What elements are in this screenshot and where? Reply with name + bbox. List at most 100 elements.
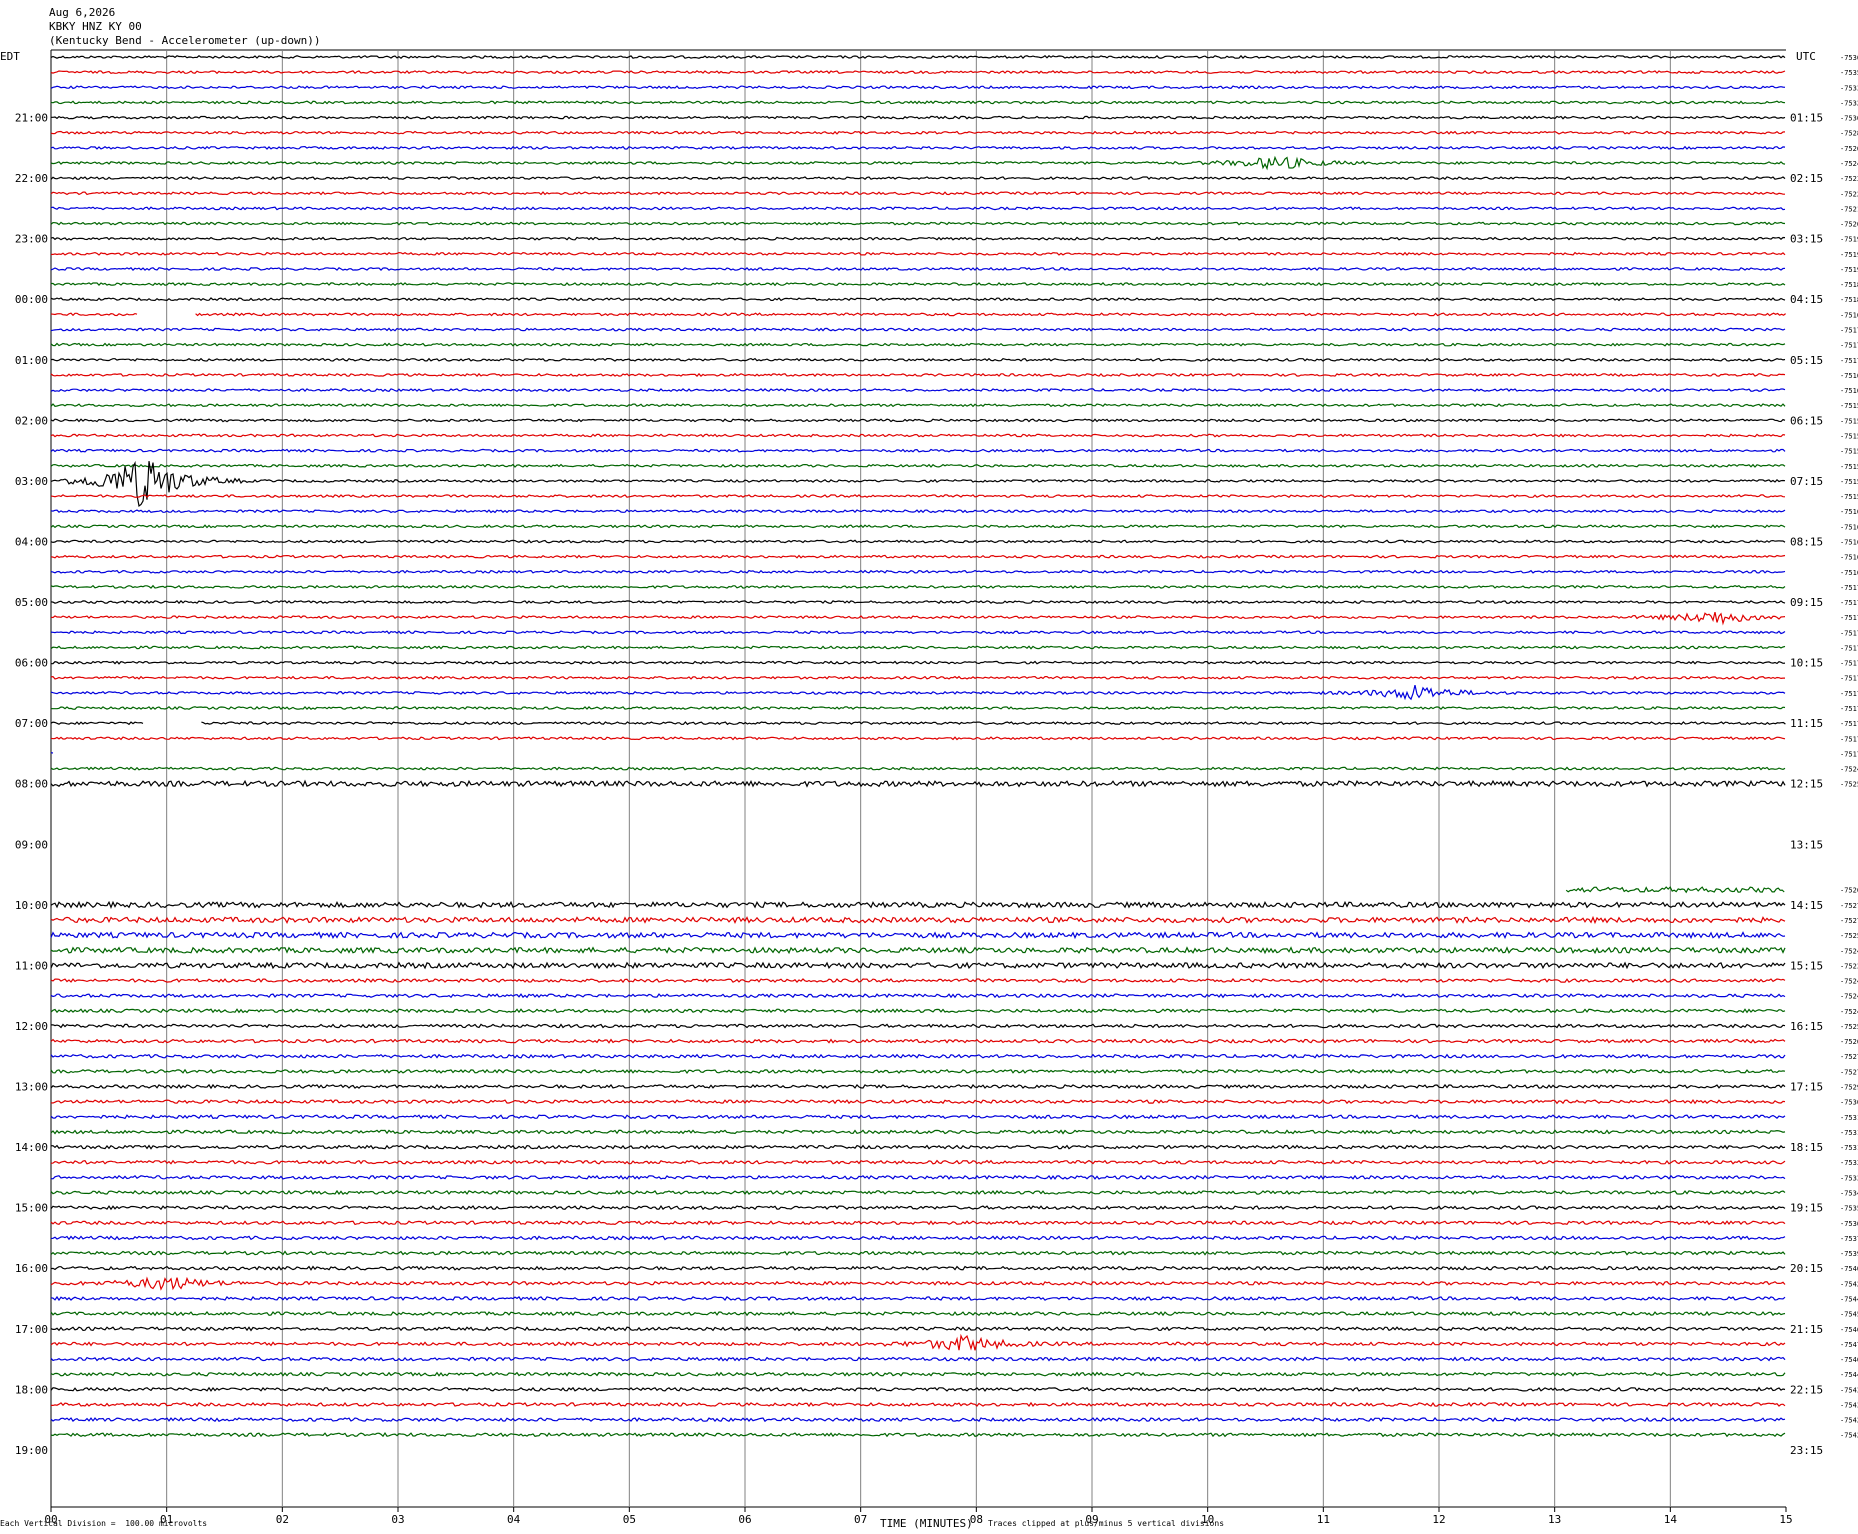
trace-offset-label: -7518	[1840, 296, 1858, 304]
trace-line	[50, 524, 1786, 529]
trace-line	[50, 1174, 1786, 1180]
trace-line	[50, 1371, 1786, 1377]
footer-clip-note: Traces clipped at plus/minus 5 vertical …	[988, 1519, 1225, 1528]
utc-hour-label: 08:15	[1790, 535, 1823, 548]
trace-offset-label: -7517	[1840, 720, 1858, 728]
trace-line	[50, 1053, 1786, 1059]
utc-hour-label: 16:15	[1790, 1020, 1823, 1033]
trace-offset-label: -7516	[1840, 523, 1858, 531]
seismogram-plot: 00010203040506070809101112131415-7536-75…	[15, 49, 1858, 1526]
trace-line	[51, 1401, 1786, 1408]
trace-line	[50, 1295, 1786, 1302]
edt-hour-label: 14:00	[15, 1141, 48, 1154]
x-axis-label: TIME (MINUTES)	[880, 1517, 973, 1530]
trace-line	[50, 130, 1786, 135]
trace-line	[50, 509, 1786, 514]
trace-offset-label: -7517	[1840, 735, 1858, 743]
edt-hour-label: 12:00	[15, 1020, 48, 1033]
edt-hour-label: 23:00	[15, 233, 48, 246]
trace-offset-label: -7542	[1840, 1417, 1858, 1425]
trace-offset-label: -7521	[1840, 205, 1858, 213]
utc-hour-label: 18:15	[1790, 1141, 1823, 1154]
trace-line	[50, 327, 1786, 332]
trace-offset-label: -7517	[1840, 357, 1858, 365]
trace-line	[51, 115, 1786, 120]
trace-offset-label: -7520	[1840, 221, 1858, 229]
trace-line	[50, 448, 1786, 453]
utc-hour-label: 17:15	[1790, 1081, 1823, 1094]
trace-line	[50, 494, 1786, 499]
x-tick-label: 05	[623, 1513, 636, 1526]
utc-hour-label: 04:15	[1790, 293, 1823, 306]
utc-hour-label: 13:15	[1790, 838, 1823, 851]
trace-line	[50, 584, 1786, 589]
trace-offset-label: -7516	[1840, 554, 1858, 562]
x-tick-label: 02	[276, 1513, 289, 1526]
trace-line	[50, 372, 1786, 377]
utc-hour-label: 19:15	[1790, 1202, 1823, 1215]
edt-hour-label: 15:00	[15, 1202, 48, 1215]
trace-line	[50, 1068, 1786, 1075]
trace-offset-label: -7530	[1840, 1099, 1858, 1107]
trace-offset-label: -7544	[1840, 1295, 1858, 1303]
edt-hour-label: 13:00	[15, 1081, 48, 1094]
trace-offset-label: -7526	[1840, 1038, 1858, 1046]
trace-offset-label: -7535	[1840, 69, 1858, 77]
trace-offset-label: -7546	[1840, 1356, 1858, 1364]
trace-offset-label: -7522	[1840, 190, 1858, 198]
edt-hour-label: 08:00	[15, 778, 48, 791]
trace-line	[50, 660, 1786, 665]
trace-offset-label: -7519	[1840, 266, 1858, 274]
trace-offset-label: -7526	[1840, 887, 1858, 895]
edt-hour-label: 04:00	[15, 535, 48, 548]
trace-line	[50, 978, 1786, 984]
trace-line	[50, 766, 1786, 771]
trace-line	[50, 779, 1786, 788]
x-tick-label: 04	[507, 1513, 521, 1526]
trace-offset-label: -7540	[1840, 1265, 1858, 1273]
trace-offset-label: -7524	[1840, 1008, 1858, 1016]
trace-offset-label: -7515	[1840, 417, 1858, 425]
trace-offset-label: -7525	[1840, 932, 1858, 940]
trace-line	[50, 463, 1786, 468]
trace-line	[50, 221, 1786, 226]
trace-line	[50, 433, 1786, 438]
trace-offset-label: -7523	[1840, 175, 1858, 183]
edt-hour-label: 11:00	[15, 959, 48, 972]
x-tick-label: 06	[738, 1513, 751, 1526]
trace-line	[50, 1083, 1786, 1090]
edt-hour-label: 10:00	[15, 899, 48, 912]
trace-line	[50, 1129, 1786, 1135]
trace-offset-label: -7517	[1840, 705, 1858, 713]
trace-offset-label: -7517	[1840, 675, 1858, 683]
trace-line	[50, 155, 1786, 171]
trace-offset-label: -7517	[1840, 342, 1858, 350]
trace-offset-label: -7524	[1840, 947, 1858, 955]
trace-offset-label: -7517	[1840, 660, 1858, 668]
trace-line	[50, 675, 1785, 680]
trace-offset-label: -7519	[1840, 251, 1858, 259]
trace-offset-label: -7524	[1840, 978, 1858, 986]
trace-line	[201, 721, 1786, 726]
trace-offset-label: -7534	[1840, 1190, 1858, 1198]
trace-offset-label: -7532	[1840, 99, 1858, 107]
utc-hour-label: 15:15	[1790, 959, 1823, 972]
trace-offset-label: -7515	[1840, 478, 1858, 486]
edt-hour-label: 02:00	[15, 414, 48, 427]
trace-offset-label: -7543	[1840, 1401, 1858, 1409]
edt-hour-label: 07:00	[15, 717, 48, 730]
x-tick-label: 12	[1432, 1513, 1445, 1526]
trace-offset-label: -7515	[1840, 402, 1858, 410]
utc-hour-label: 20:15	[1790, 1262, 1823, 1275]
utc-hour-label: 03:15	[1790, 233, 1823, 246]
edt-hour-label: 18:00	[15, 1383, 48, 1396]
trace-offset-label: -7533	[1840, 1174, 1858, 1182]
trace-offset-label: -7524	[1840, 160, 1858, 168]
utc-hour-label: 23:15	[1790, 1444, 1823, 1457]
trace-offset-label: -7546	[1840, 1326, 1858, 1334]
trace-line	[50, 1431, 1786, 1438]
trace-line	[1565, 886, 1785, 894]
trace-offset-label: -7516	[1840, 387, 1858, 395]
trace-line	[50, 684, 1786, 701]
edt-hour-label: 05:00	[15, 596, 48, 609]
